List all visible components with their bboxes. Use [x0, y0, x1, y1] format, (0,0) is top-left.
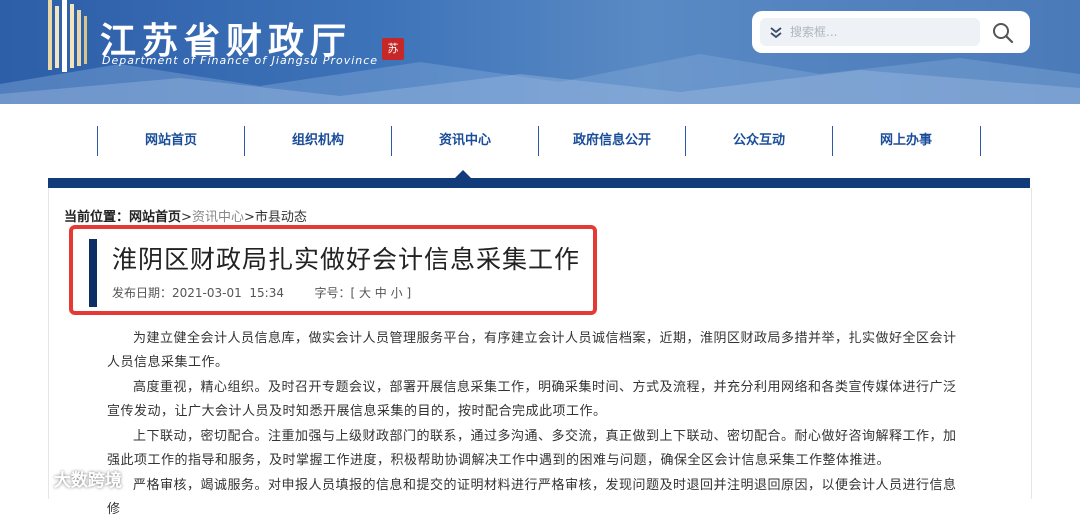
nav-item-home[interactable]: 网站首页 [98, 126, 244, 156]
breadcrumb-current-link[interactable]: 市县动态 [255, 210, 307, 225]
article-paragraph: 高度重视，精心组织。及时召开专题会议，部署开展信息采集工作，明确采集时间、方式及… [107, 380, 957, 419]
breadcrumb-separator: > [243, 210, 255, 225]
logo-bars-icon [48, 0, 87, 72]
nav-underline-bar [48, 178, 1030, 188]
article-title: 淮阴区财政局扎实做好会计信息采集工作 [112, 245, 581, 274]
title-accent-bar [89, 239, 97, 307]
search-icon[interactable] [990, 20, 1016, 46]
watermark: 大数跨境 [8, 466, 122, 491]
nav-separator [980, 126, 981, 156]
breadcrumb: 当前位置：网站首页>资讯中心>市县动态 [64, 206, 307, 225]
nav-item-gov-info[interactable]: 政府信息公开 [539, 126, 685, 156]
breadcrumb-home-link[interactable]: 网站首页 [129, 210, 181, 225]
font-size-switcher[interactable]: [ 大 中 小 ] [351, 286, 412, 300]
publish-date-label: 发布日期： [112, 286, 173, 300]
chevron-down-icon[interactable] [768, 24, 784, 40]
article-paragraph: 为建立健全会计人员信息库，做实会计人员管理服务平台，有序建立会计人员诚信档案，近… [107, 331, 957, 370]
article-paragraph: 上下联动，密切配合。注重加强与上级财政部门的联系，通过多沟通、多交流，真正做到上… [107, 429, 957, 468]
breadcrumb-section-link[interactable]: 资讯中心 [192, 210, 244, 225]
main-nav: 网站首页 组织机构 资讯中心 政府信息公开 公众互动 网上办事 [0, 104, 1080, 178]
site-subtitle: Department of Finance of Jiangsu Provinc… [102, 54, 379, 67]
search-input[interactable] [790, 18, 975, 46]
breadcrumb-prefix: 当前位置： [64, 210, 130, 225]
nav-item-organization[interactable]: 组织机构 [245, 126, 391, 156]
article-meta: 发布日期：2021-03-01 15:34 字号：[ 大 中 小 ] [112, 284, 411, 301]
watermark-text: 大数跨境 [53, 471, 122, 491]
watermark-logo-icon [10, 472, 42, 488]
nav-item-public-interaction[interactable]: 公众互动 [686, 126, 832, 156]
nav-item-news-center[interactable]: 资讯中心 [392, 126, 538, 156]
breadcrumb-separator: > [181, 210, 192, 225]
nav-item-online-services[interactable]: 网上办事 [833, 126, 979, 156]
article-paragraph: 严格审核，竭诚服务。对申报人员填报的信息和提交的证明材料进行严格审核，发现问题及… [107, 478, 957, 517]
seal-stamp: 苏 [382, 38, 404, 60]
publish-date: 2021-03-01 15:34 [172, 286, 284, 300]
font-size-label: 字号： [314, 286, 351, 300]
